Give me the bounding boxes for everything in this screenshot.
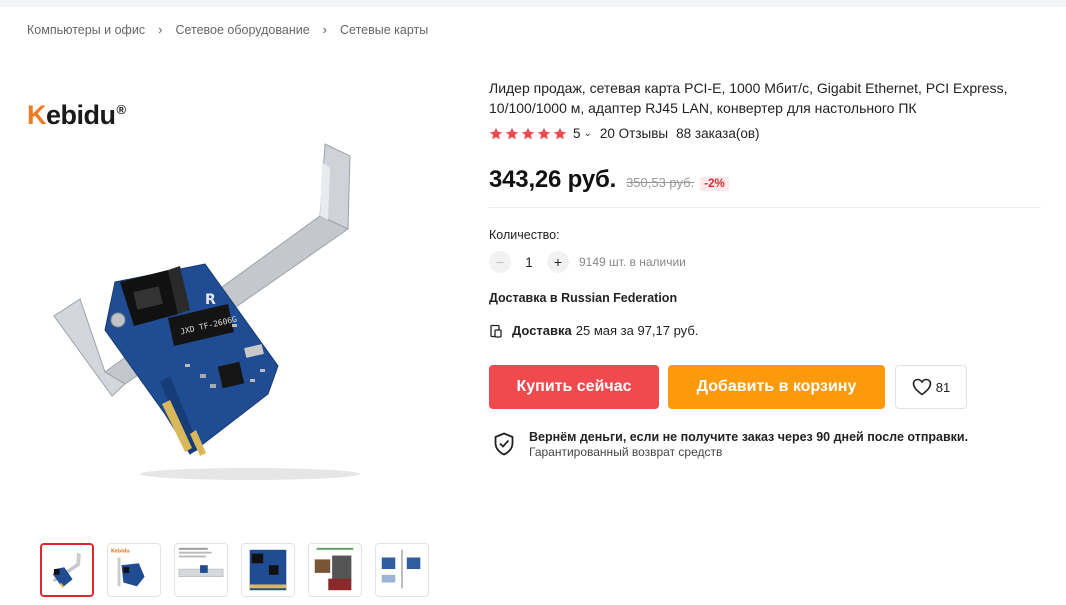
- rating-value[interactable]: 5: [573, 126, 581, 141]
- chevron-down-icon[interactable]: ⌄: [584, 128, 592, 139]
- reviews-link[interactable]: 20 Отзывы: [600, 126, 668, 141]
- quantity-stepper: − 1 + 9149 шт. в наличии: [489, 251, 686, 273]
- star-icon: [537, 127, 551, 139]
- thumbnail-5-image: [314, 547, 354, 591]
- breadcrumb-item-network-cards[interactable]: Сетевые карты: [340, 23, 428, 37]
- network-card-image: JXD TF-2606G R: [53, 143, 360, 480]
- brand-logo: Kebidu®: [27, 100, 126, 131]
- breadcrumb-item-network[interactable]: Сетевое оборудование: [175, 23, 309, 37]
- star-icon: [553, 127, 567, 139]
- delivery-label: Доставка: [512, 323, 572, 338]
- buyer-protection: Вернём деньги, если не получите заказ че…: [493, 430, 968, 460]
- shield-check-icon: [494, 432, 514, 456]
- star-icon: [505, 127, 519, 139]
- calendar-icon: [490, 324, 502, 338]
- delivery-info: Доставка 25 мая за 97,17 руб.: [489, 323, 698, 338]
- thumbnail-3-image: [178, 547, 224, 577]
- registered-mark: ®: [116, 102, 127, 117]
- rating-stars: [489, 127, 567, 141]
- svg-text:R: R: [205, 292, 216, 308]
- price-row: 343,26 руб. 350,53 руб. -2%: [489, 166, 729, 194]
- quantity-value[interactable]: 1: [511, 255, 547, 270]
- orders-count: 88 заказа(ов): [676, 126, 760, 141]
- stock-info: 9149 шт. в наличии: [579, 255, 686, 269]
- guarantee-headline: Вернём деньги, если не получите заказ че…: [529, 430, 969, 444]
- thumbnail-6-image: [381, 549, 421, 589]
- quantity-label: Количество:: [489, 228, 560, 242]
- old-price: 350,53 руб.: [626, 175, 695, 190]
- decrease-quantity-button[interactable]: −: [489, 251, 511, 273]
- breadcrumb-item-computers[interactable]: Компьютеры и офис: [27, 23, 145, 37]
- rating-row: 5 ⌄ 20 Отзывы 88 заказа(ов): [489, 126, 760, 141]
- buy-now-button[interactable]: Купить сейчас: [489, 365, 659, 409]
- delivery-date-price: 25 мая за 97,17 руб.: [575, 323, 699, 338]
- guarantee-subtext: Гарантированный возврат средств: [529, 445, 723, 459]
- heart-icon: [912, 378, 932, 396]
- ship-to-region[interactable]: Доставка в Russian Federation: [489, 291, 677, 305]
- chevron-right-icon: ›: [322, 22, 328, 37]
- discount-badge: -2%: [700, 177, 729, 191]
- product-title: Лидер продаж, сетевая карта PCI-E, 1000 …: [489, 80, 1008, 116]
- current-price: 343,26 руб.: [489, 166, 617, 193]
- thumbnail-2-image: Kebidu: [111, 549, 145, 587]
- add-to-cart-button[interactable]: Добавить в корзину: [668, 365, 885, 409]
- thumbnail-strip: Kebidu: [40, 543, 429, 597]
- thumbnail-2[interactable]: Kebidu: [107, 543, 161, 597]
- thumbnail-3[interactable]: [174, 543, 228, 597]
- wishlist-count: 81: [935, 379, 951, 395]
- svg-text:Kebidu: Kebidu: [111, 549, 130, 555]
- breadcrumb: Компьютеры и офис › Сетевое оборудование…: [27, 22, 428, 37]
- logo-letter-k: K: [27, 100, 47, 130]
- thumbnail-5[interactable]: [308, 543, 362, 597]
- increase-quantity-button[interactable]: +: [547, 251, 569, 273]
- star-icon: [489, 127, 503, 139]
- wishlist-button[interactable]: 81: [895, 365, 967, 409]
- divider: [489, 207, 1041, 208]
- chevron-right-icon: ›: [158, 22, 163, 37]
- logo-text: ebidu: [46, 100, 116, 130]
- top-strip: [0, 0, 1066, 7]
- thumbnail-6[interactable]: [375, 543, 429, 597]
- thumbnail-1-image: [52, 552, 81, 588]
- thumbnail-4[interactable]: [241, 543, 295, 597]
- thumbnail-4-image: [249, 549, 287, 591]
- thumbnail-1[interactable]: [40, 543, 94, 597]
- star-icon: [521, 127, 535, 139]
